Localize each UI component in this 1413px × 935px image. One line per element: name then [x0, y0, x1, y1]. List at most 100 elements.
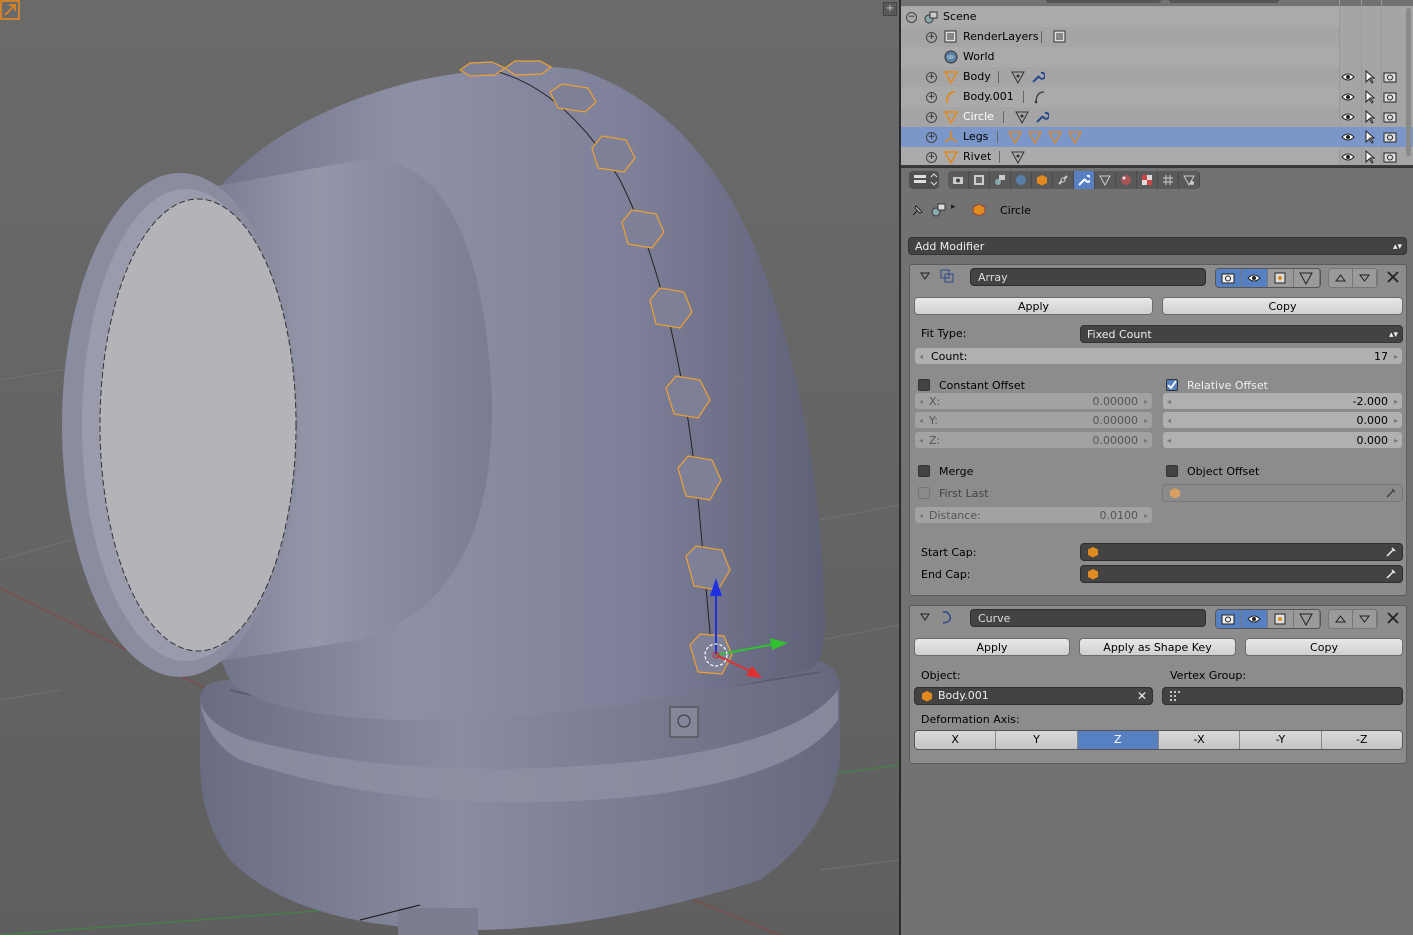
eyedropper-icon[interactable] [1385, 568, 1397, 580]
move-down-button[interactable] [1353, 269, 1377, 287]
move-up-button[interactable] [1329, 269, 1353, 287]
outliner-item-label[interactable]: Circle [963, 107, 994, 127]
outliner-row-legs[interactable]: + Legs [901, 127, 1339, 147]
mesh-child-icon[interactable] [1068, 130, 1082, 144]
outliner[interactable]: − Scene + RenderLayers World + Body + Bo… [901, 0, 1413, 165]
relative-offset-z-field[interactable]: ◂ 0.000 ▸ [1162, 431, 1403, 449]
tab-texture[interactable] [1137, 171, 1158, 189]
count-field[interactable]: ◂ Count: 17 ▸ [914, 347, 1403, 365]
tab-particles[interactable] [1158, 171, 1179, 189]
maximize-icon[interactable] [0, 0, 20, 20]
mesh-child-icon[interactable] [1048, 130, 1062, 144]
move-down-button[interactable] [1353, 610, 1377, 628]
render-camera-icon[interactable] [1383, 70, 1397, 84]
expand-icon[interactable]: + [926, 92, 937, 103]
relative-offset-x-field[interactable]: ◂ -2.000 ▸ [1162, 392, 1403, 410]
outliner-item-label[interactable]: Body [963, 67, 991, 87]
area-split-icon[interactable]: + [883, 2, 897, 16]
expand-icon[interactable]: + [926, 112, 937, 123]
eye-icon[interactable] [1341, 90, 1355, 104]
curve-data-icon[interactable] [1033, 90, 1047, 104]
outliner-row-rivet[interactable]: + Rivet [901, 147, 1339, 165]
cage-toggle[interactable] [1294, 269, 1320, 287]
renderlayer-sub-icon[interactable] [1053, 30, 1067, 44]
tab-material[interactable] [1116, 171, 1137, 189]
render-camera-icon[interactable] [1383, 90, 1397, 104]
offset-object-field[interactable] [1162, 484, 1403, 502]
editor-type-menu[interactable] [909, 171, 939, 189]
tab-scene[interactable] [990, 171, 1011, 189]
tab-constraints[interactable] [1053, 171, 1074, 189]
eyedropper-icon[interactable] [1385, 546, 1397, 558]
mesh-data-icon[interactable] [1011, 150, 1025, 164]
outliner-row-renderlayers[interactable]: + RenderLayers [901, 27, 1339, 47]
merge-distance-field[interactable]: ◂ Distance: 0.0100 ▸ [914, 506, 1153, 524]
tab-modifiers[interactable] [1074, 171, 1095, 189]
outliner-item-label[interactable]: Body.001 [963, 87, 1014, 107]
modifier-name-field[interactable]: Array [970, 268, 1206, 286]
outliner-row-body-001[interactable]: + Body.001 [901, 87, 1339, 107]
end-cap-field[interactable] [1080, 565, 1403, 583]
axis-x-button[interactable]: X [915, 731, 997, 749]
tab-physics[interactable] [1179, 171, 1200, 189]
modifier-name-field[interactable]: Curve [970, 609, 1206, 627]
mesh-data-icon[interactable] [1015, 110, 1029, 124]
mesh-data-icon[interactable] [1011, 70, 1025, 84]
tab-world[interactable] [1011, 171, 1032, 189]
tab-data[interactable] [1095, 171, 1116, 189]
cage-toggle[interactable] [1294, 610, 1320, 628]
remove-modifier-icon[interactable] [1385, 269, 1401, 285]
object-offset-checkbox[interactable] [1166, 465, 1178, 477]
viewport-toggle[interactable] [1242, 610, 1268, 628]
wrench-icon[interactable] [1031, 70, 1045, 84]
cursor-select-icon[interactable] [1363, 70, 1377, 84]
outliner-item-label[interactable]: RenderLayers [963, 27, 1039, 47]
pin-icon[interactable] [910, 202, 926, 218]
outliner-item-label[interactable]: World [963, 47, 995, 67]
constant-offset-y-field[interactable]: ◂ Y: 0.00000 ▸ [914, 411, 1153, 429]
cursor-select-icon[interactable] [1363, 150, 1377, 164]
render-camera-icon[interactable] [1383, 130, 1397, 144]
merge-checkbox[interactable] [918, 465, 930, 477]
cursor-select-icon[interactable] [1363, 90, 1377, 104]
tab-object[interactable] [1032, 171, 1053, 189]
render-camera-icon[interactable] [1383, 110, 1397, 124]
editmode-toggle[interactable] [1268, 610, 1294, 628]
3d-viewport[interactable]: + [0, 0, 899, 935]
axis-neg-x-button[interactable]: -X [1158, 731, 1241, 749]
constant-offset-checkbox[interactable] [918, 379, 930, 391]
eye-icon[interactable] [1341, 70, 1355, 84]
render-toggle[interactable] [1216, 610, 1242, 628]
curve-object-field[interactable]: Body.001 ✕ [914, 687, 1153, 705]
wrench-icon[interactable] [1035, 110, 1049, 124]
render-toggle[interactable] [1216, 269, 1242, 287]
apply-as-shape-key-button[interactable]: Apply as Shape Key [1079, 638, 1236, 656]
expand-icon[interactable]: + [926, 132, 937, 143]
expand-icon[interactable]: + [926, 152, 937, 163]
outliner-row-world[interactable]: World [901, 47, 1339, 67]
collapse-triangle-icon[interactable] [920, 271, 930, 281]
eye-icon[interactable] [1341, 150, 1355, 164]
clear-icon[interactable]: ✕ [1137, 688, 1147, 704]
add-modifier-dropdown[interactable]: Add Modifier ▴▾ [908, 237, 1407, 255]
axis-neg-z-button[interactable]: -Z [1321, 731, 1402, 749]
expand-icon[interactable]: + [926, 32, 937, 43]
axis-z-button[interactable]: Z [1077, 731, 1159, 749]
render-camera-icon[interactable] [1383, 150, 1397, 164]
relative-offset-checkbox[interactable] [1166, 379, 1178, 391]
expand-icon[interactable]: + [926, 72, 937, 83]
outliner-item-label[interactable]: Legs [963, 127, 988, 147]
eyedropper-icon[interactable] [1385, 487, 1397, 499]
eye-icon[interactable] [1341, 110, 1355, 124]
cursor-select-icon[interactable] [1363, 130, 1377, 144]
cursor-select-icon[interactable] [1363, 110, 1377, 124]
constant-offset-x-field[interactable]: ◂ X: 0.00000 ▸ [914, 392, 1153, 410]
axis-y-button[interactable]: Y [996, 731, 1078, 749]
fit-type-dropdown[interactable]: Fixed Count ▴▾ [1080, 325, 1403, 343]
first-last-checkbox[interactable] [918, 487, 930, 499]
outliner-row-body[interactable]: + Body [901, 67, 1339, 87]
axis-neg-y-button[interactable]: -Y [1240, 731, 1322, 749]
tab-render[interactable] [948, 171, 969, 189]
collapse-triangle-icon[interactable] [920, 612, 930, 622]
outliner-scrollbar[interactable] [1406, 8, 1411, 156]
